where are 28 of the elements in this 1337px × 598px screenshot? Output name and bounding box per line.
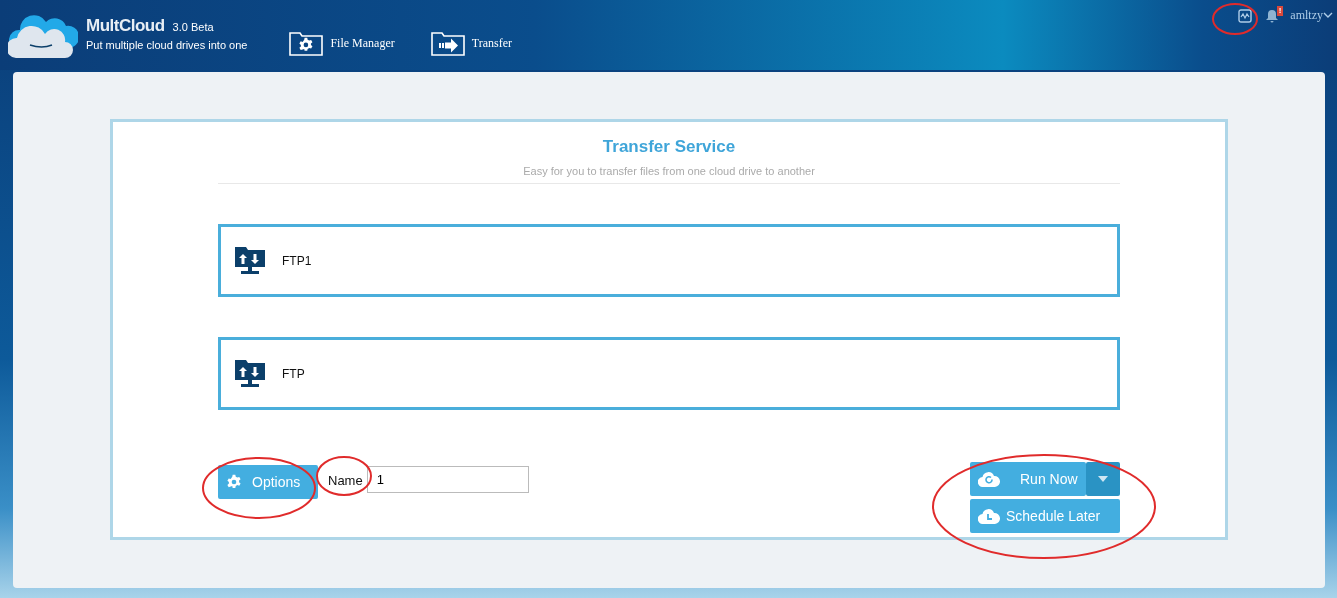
folder-arrow-icon: [430, 30, 465, 56]
caret-icon: [1098, 476, 1108, 482]
annotation-ellipse: [1212, 3, 1258, 35]
dropdown-button[interactable]: [1086, 462, 1120, 496]
folder-gear-icon: [289, 30, 324, 56]
version-label: 3.0 Beta: [172, 20, 214, 33]
drive-name: FTP: [282, 366, 305, 381]
nav-link[interactable]: Transfer: [430, 30, 512, 56]
cloud-refresh-icon: [978, 471, 1000, 487]
name-input[interactable]: 1: [366, 466, 529, 493]
cloud-clock-icon: [978, 508, 1000, 524]
user-menu[interactable]: amltzy: [1290, 8, 1333, 23]
drive-name: FTP1: [282, 253, 312, 268]
bell-icon[interactable]: [1266, 8, 1279, 23]
gear-icon: [226, 474, 242, 490]
activity-icon[interactable]: [1238, 8, 1253, 23]
drive-slot[interactable]: FTP: [218, 337, 1120, 410]
drive-slot[interactable]: FTP1: [218, 224, 1120, 297]
card-subtitle: Easy for you to transfer files from one cloud drive to another: [522, 165, 816, 177]
nav-link[interactable]: File Manager: [289, 30, 395, 56]
chevron-icon: [1323, 12, 1333, 19]
card-title: Transfer Service: [601, 137, 737, 157]
notification-badge: !: [1276, 5, 1284, 16]
name-label: Name: [328, 473, 363, 488]
ftp-folder-icon: [234, 245, 266, 276]
ftp-folder-icon: [234, 358, 266, 389]
tagline: Put multiple cloud drives into one: [86, 38, 248, 51]
logo-text: MultCloud: [86, 15, 165, 36]
